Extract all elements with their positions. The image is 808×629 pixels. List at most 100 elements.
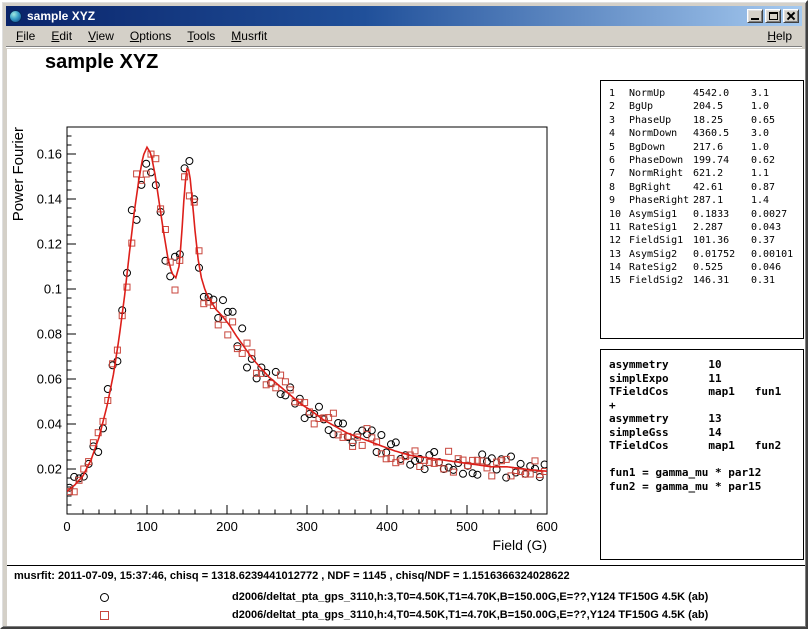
param-name: RateSig1 [629,221,693,234]
y-tick-label: 0.1 [44,282,62,297]
menu-musrfit[interactable]: Musrfit [223,27,275,45]
legend-label: d2006/deltat_pta_gps_3110,h:4,T0=4.50K,T… [232,609,708,621]
maximize-icon [769,12,778,20]
root-canvas[interactable]: sample XYZ 0100200300400500600Field (G)0… [7,49,805,626]
x-tick-label: 400 [376,519,398,534]
menu-tools[interactable]: Tools [179,27,223,45]
param-value: 0.1833 [693,208,751,221]
series-circle [66,158,548,492]
param-error: 1.0 [751,141,803,154]
fit-stats: musrfit: 2011-07-09, 15:37:46, chisq = 1… [14,570,570,582]
theory-line: asymmetry 10 [609,358,803,372]
x-tick-label: 600 [536,519,558,534]
minimize-button[interactable] [747,9,763,23]
footer-divider [7,565,805,566]
theory-box: asymmetry 10simplExpo 11TFieldCos map1 f… [600,349,804,560]
menu-view[interactable]: View [80,27,122,45]
param-num: 9 [609,194,629,207]
theory-line: + [609,399,803,413]
legend-row: d2006/deltat_pta_gps_3110,h:3,T0=4.50K,T… [7,590,805,606]
theory-line: fun2 = gamma_mu * par15 [609,480,803,494]
app-window: sample XYZ FileEditViewOptionsToolsMusrf… [0,0,808,629]
param-row: 2BgUp204.51.0 [609,100,803,113]
theory-line: simpleGss 14 [609,426,803,440]
param-value: 204.5 [693,100,751,113]
menu-file[interactable]: File [8,27,43,45]
param-num: 2 [609,100,629,113]
param-value: 621.2 [693,167,751,180]
menu-help-wrap: Help [759,27,800,45]
param-name: NormRight [629,167,693,180]
param-num: 6 [609,154,629,167]
x-axis: 0100200300400500600Field (G) [63,505,557,553]
param-name: BgDown [629,141,693,154]
param-row: 6PhaseDown199.740.62 [609,154,803,167]
param-num: 4 [609,127,629,140]
param-error: 0.62 [751,154,803,167]
param-value: 42.61 [693,181,751,194]
param-row: 7NormRight621.21.1 [609,167,803,180]
theory-line: fun1 = gamma_mu * par12 [609,466,803,480]
menu-items: FileEditViewOptionsToolsMusrfit [8,27,275,45]
param-row: 4NormDown4360.53.0 [609,127,803,140]
param-error: 0.65 [751,114,803,127]
menu-help[interactable]: Help [759,27,800,45]
param-name: PhaseDown [629,154,693,167]
minimize-icon [751,18,759,20]
x-tick-label: 300 [296,519,318,534]
maximize-button[interactable] [765,9,781,23]
param-num: 15 [609,274,629,287]
param-name: FieldSig1 [629,234,693,247]
param-name: RateSig2 [629,261,693,274]
menu-edit[interactable]: Edit [43,27,80,45]
param-error: 0.00101 [751,248,803,261]
param-error: 0.0027 [751,208,803,221]
param-error: 1.1 [751,167,803,180]
close-button[interactable] [783,9,799,23]
param-row: 11RateSig12.2870.043 [609,221,803,234]
param-num: 7 [609,167,629,180]
data-series [66,151,548,495]
param-value: 217.6 [693,141,751,154]
fit-line [67,147,547,491]
param-num: 14 [609,261,629,274]
param-num: 10 [609,208,629,221]
x-axis-title: Field (G) [493,537,547,553]
param-row: 14RateSig20.5250.046 [609,261,803,274]
param-row: 13AsymSig20.017520.00101 [609,248,803,261]
x-tick-label: 100 [136,519,158,534]
legend-label: d2006/deltat_pta_gps_3110,h:3,T0=4.50K,T… [232,591,708,603]
x-tick-label: 200 [216,519,238,534]
param-error: 0.046 [751,261,803,274]
close-icon [786,12,796,21]
param-value: 101.36 [693,234,751,247]
title-bar[interactable]: sample XYZ [6,6,802,26]
param-name: PhaseRight [629,194,693,207]
param-row: 12FieldSig1101.360.37 [609,234,803,247]
param-row: 5BgDown217.61.0 [609,141,803,154]
param-error: 0.37 [751,234,803,247]
param-name: BgRight [629,181,693,194]
app-icon [9,10,22,23]
param-row: 9PhaseRight287.11.4 [609,194,803,207]
theory-line: TFieldCos map1 fun1 [609,385,803,399]
theory-line: simplExpo 11 [609,372,803,386]
y-tick-label: 0.02 [37,462,62,477]
parameter-box: 1NormUp4542.03.12BgUp204.51.03PhaseUp18.… [600,80,804,339]
param-num: 12 [609,234,629,247]
param-name: AsymSig1 [629,208,693,221]
y-tick-label: 0.16 [37,147,62,162]
y-tick-label: 0.08 [37,327,62,342]
theory-line [609,453,803,467]
param-value: 146.31 [693,274,751,287]
param-name: NormUp [629,87,693,100]
param-name: BgUp [629,100,693,113]
param-num: 11 [609,221,629,234]
menu-options[interactable]: Options [122,27,179,45]
param-error: 3.1 [751,87,803,100]
param-name: NormDown [629,127,693,140]
param-name: PhaseUp [629,114,693,127]
param-num: 13 [609,248,629,261]
param-error: 1.4 [751,194,803,207]
param-row: 10AsymSig10.18330.0027 [609,208,803,221]
